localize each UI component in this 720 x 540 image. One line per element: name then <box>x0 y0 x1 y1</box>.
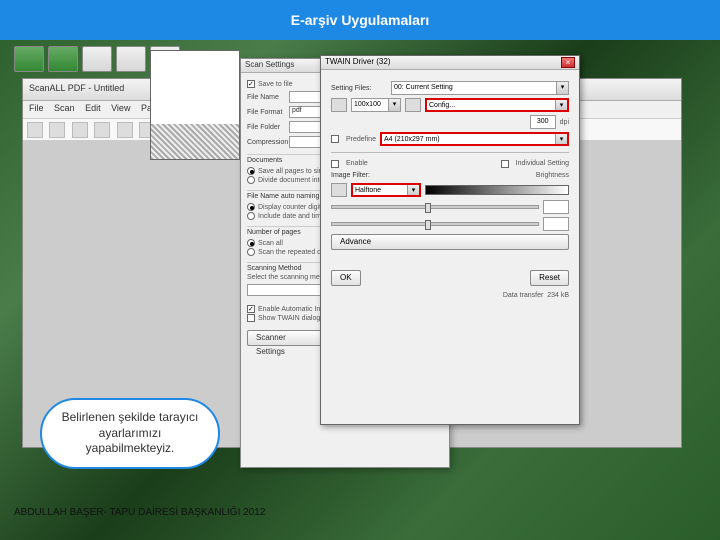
close-icon[interactable]: × <box>561 57 575 68</box>
label: Compression <box>247 139 289 146</box>
label: File Folder <box>247 124 289 131</box>
chevron-down-icon: ▾ <box>388 99 400 111</box>
radio-allpages[interactable] <box>247 167 255 175</box>
label: Include date and time <box>258 213 325 220</box>
label: Brightness <box>536 172 569 179</box>
menu-item[interactable]: File <box>29 103 44 113</box>
label: Save to file <box>258 81 293 88</box>
toolbar-icon[interactable] <box>94 122 110 138</box>
menu-item[interactable]: Scan <box>54 103 75 113</box>
label: Setting Files: <box>331 85 387 92</box>
radio-scanrepeat[interactable] <box>247 248 255 256</box>
menu-item[interactable]: View <box>111 103 130 113</box>
setting-files-select[interactable]: 00: Current Setting▾ <box>391 81 569 95</box>
menu-item[interactable]: Edit <box>85 103 101 113</box>
slider-thumb[interactable] <box>425 203 431 213</box>
slide-header: E-arşiv Uygulamaları <box>0 0 720 40</box>
hatch-area <box>151 124 239 159</box>
status-bar: Data transfer 234 kB <box>331 292 569 299</box>
size-select[interactable]: 100x100▾ <box>351 98 401 112</box>
toolbar-icon[interactable] <box>117 122 133 138</box>
ok-button[interactable]: OK <box>331 270 361 286</box>
brightness-value[interactable] <box>543 200 569 214</box>
scanner-settings-button[interactable]: Scanner Settings <box>247 330 322 346</box>
label: Enable <box>346 160 368 167</box>
brightness-slider[interactable] <box>331 205 539 209</box>
orient-icon[interactable] <box>405 98 421 112</box>
label: dpi <box>560 119 569 126</box>
checkbox-predefine[interactable] <box>331 135 339 143</box>
preview-panel <box>150 50 240 160</box>
filter-select[interactable]: Halftone▾ <box>351 183 421 197</box>
label: Display counter digit <box>258 204 321 211</box>
radio-scanall[interactable] <box>247 239 255 247</box>
callout-bubble: Belirlenen şekilde tarayıcı ayarlarımızı… <box>40 398 220 469</box>
radio-date[interactable] <box>247 212 255 220</box>
dialog-title: TWAIN Driver (32) <box>325 57 390 68</box>
footer-credit: ABDULLAH BAŞER- TAPU DAİRESİ BAŞKANLIĞI … <box>14 507 265 518</box>
scan-icon[interactable] <box>331 98 347 112</box>
advance-button[interactable]: Advance <box>331 234 569 250</box>
label: Scan all <box>258 240 283 247</box>
contrast-slider[interactable] <box>331 222 539 226</box>
filter-icon[interactable] <box>331 183 347 197</box>
chevron-down-icon: ▾ <box>556 82 568 94</box>
contrast-value[interactable] <box>543 217 569 231</box>
slider-thumb[interactable] <box>425 220 431 230</box>
toolbar-icon[interactable] <box>72 122 88 138</box>
taskbar-item[interactable] <box>82 46 112 72</box>
checkbox-savetofile[interactable] <box>247 80 255 88</box>
label: Divide document into <box>258 177 323 184</box>
chevron-down-icon: ▾ <box>555 100 567 110</box>
radio-counter[interactable] <box>247 203 255 211</box>
taskbar-item[interactable] <box>116 46 146 72</box>
reset-button[interactable]: Reset <box>530 270 569 286</box>
dpi-value[interactable]: 300 <box>530 115 556 129</box>
papersize-select[interactable]: A4 (210x297 mm)▾ <box>380 132 569 146</box>
label: File Name <box>247 94 289 101</box>
checkbox-autoiq[interactable] <box>247 305 255 313</box>
label: Predefine <box>346 136 376 143</box>
dialog-twain: TWAIN Driver (32) × Setting Files: 00: C… <box>320 55 580 425</box>
toolbar-icon[interactable] <box>27 122 43 138</box>
label: File Format <box>247 109 289 116</box>
checkbox-individual[interactable] <box>501 160 509 168</box>
chevron-down-icon: ▾ <box>555 134 567 144</box>
config-select[interactable]: Config...▾ <box>425 98 569 112</box>
checkbox-twain[interactable] <box>247 314 255 322</box>
toolbar-icon[interactable] <box>49 122 65 138</box>
label: Image Filter: <box>331 172 387 179</box>
taskbar-item[interactable] <box>48 46 78 72</box>
chevron-down-icon: ▾ <box>407 185 419 195</box>
checkbox-enable[interactable] <box>331 160 339 168</box>
gradient-preview <box>425 185 569 195</box>
label: Individual Setting <box>516 160 569 167</box>
dialog-titlebar: TWAIN Driver (32) × <box>321 56 579 70</box>
taskbar-item[interactable] <box>14 46 44 72</box>
radio-divide[interactable] <box>247 176 255 184</box>
